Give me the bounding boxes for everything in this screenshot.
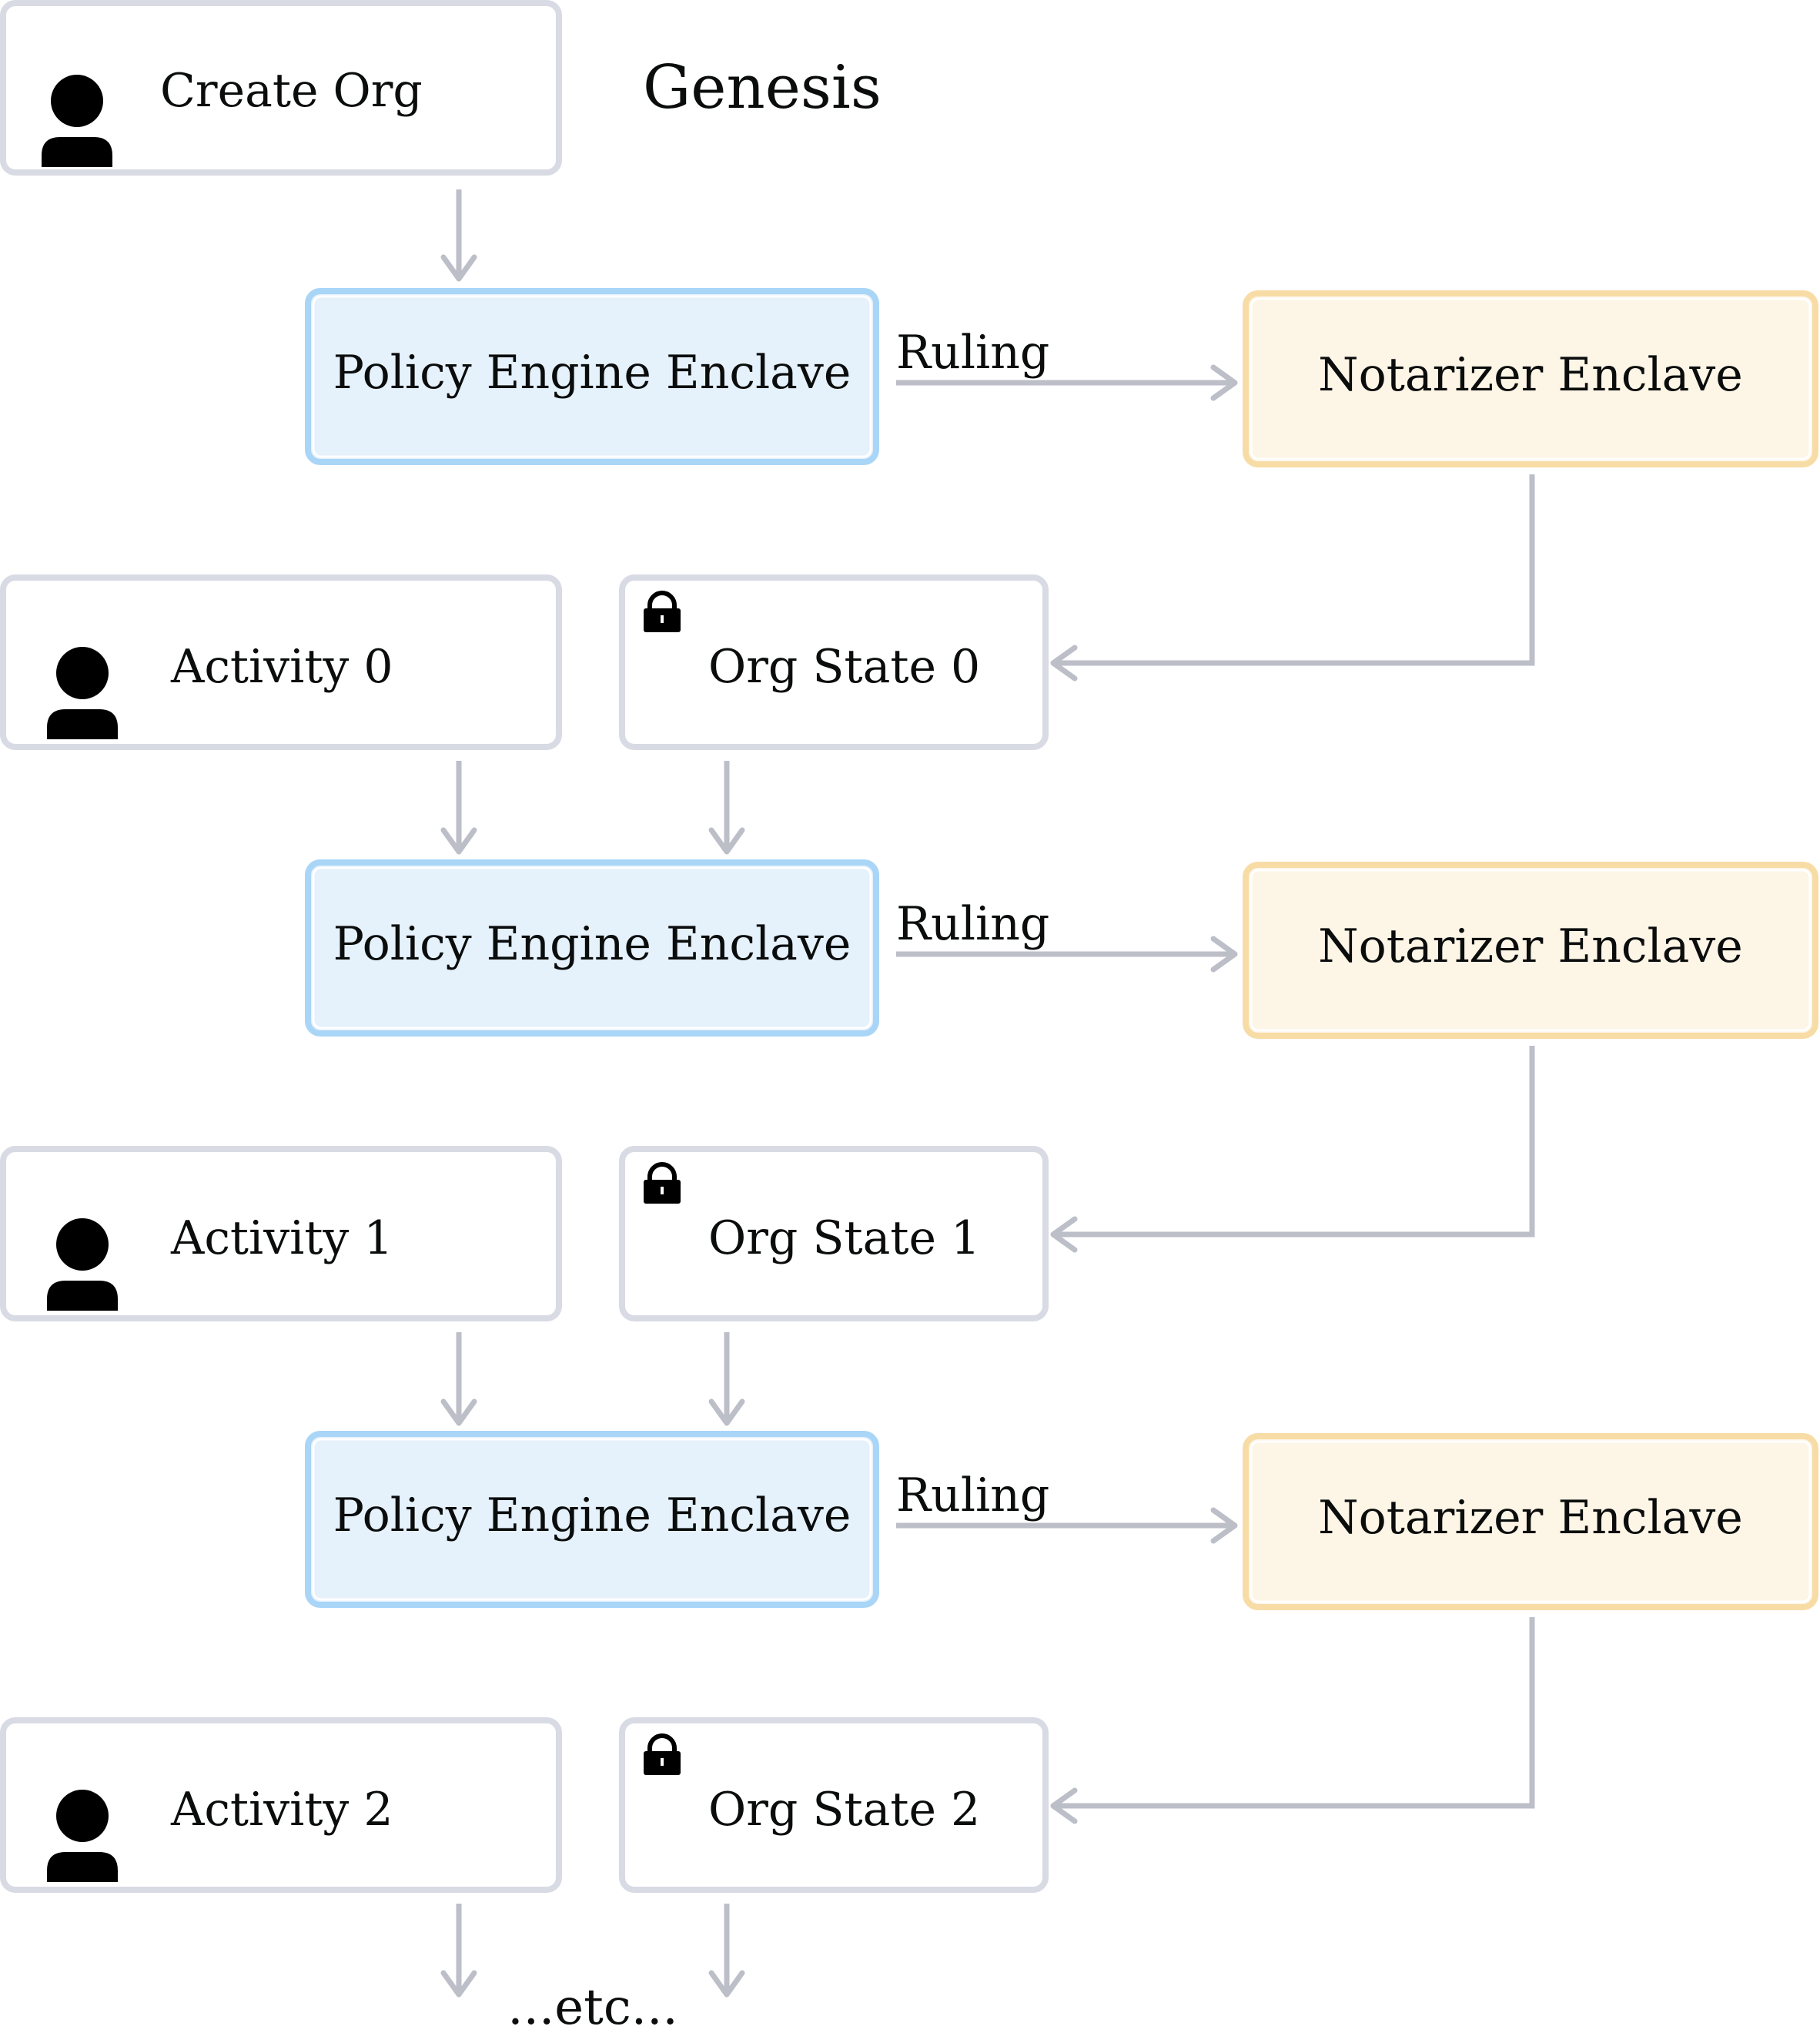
org-state-box-2: Org State 2 [619,1717,1049,1893]
activity-label: Activity 1 [170,1211,393,1265]
state-transition-diagram: Create Org Policy Engine Enclave Notarizer… [0,0,1818,2033]
notarizer-box-0: Notarizer Enclave [1243,862,1818,1039]
person-body [47,1281,118,1311]
notarizer-label: Notarizer Enclave [1318,919,1743,973]
notarized-state-arrow-1 [1050,1617,1535,1824]
org-state-label: Org State 1 [708,1211,980,1265]
lock-keyhole [661,1187,664,1194]
notarized-state-arrow-genesis [1050,474,1535,682]
lock-keyhole [661,1758,664,1766]
nodes-layer: Create Org Policy Engine Enclave Notarizer… [0,0,1818,1893]
person-body [42,137,112,167]
ruling-label: Ruling [896,326,1049,380]
person-head [56,1218,109,1271]
ruling-label: Ruling [896,1469,1049,1522]
lock-keyhole [661,615,664,623]
policy-engine-box-0: Policy Engine Enclave [305,859,879,1037]
notarized-state-arrow-0 [1050,1046,1535,1253]
person-head [51,75,103,127]
arrow-org-state-0 [708,761,745,855]
activity-box-1: Activity 1 [0,1146,562,1321]
arrow-shaft [1055,474,1535,666]
policy-engine-label: Policy Engine Enclave [333,917,851,971]
continuation-label: ...etc... [507,1979,678,2033]
policy-engine-box-1: Policy Engine Enclave [305,1431,879,1608]
activity-label: Activity 2 [170,1783,393,1837]
ruling-label: Ruling [896,897,1049,951]
notarizer-box-genesis: Notarizer Enclave [1243,290,1818,467]
policy-engine-label: Policy Engine Enclave [333,346,851,400]
person-body [47,1852,118,1882]
create-org-label: Create Org [160,64,423,118]
person-head [56,647,109,699]
arrow-activity-1 [440,1332,477,1426]
create-org-box: Create Org [0,0,562,176]
policy-engine-label: Policy Engine Enclave [333,1489,851,1542]
notarizer-label: Notarizer Enclave [1318,348,1743,402]
org-state-box-0: Org State 0 [619,574,1049,750]
arrow-org-state-1 [708,1332,745,1426]
arrow-shaft [1055,1617,1535,1809]
notarizer-box-1: Notarizer Enclave [1243,1433,1818,1610]
policy-engine-box-genesis: Policy Engine Enclave [305,288,879,465]
activity-label: Activity 0 [170,640,393,694]
arrow-activity-0 [440,761,477,855]
activity-box-2: Activity 2 [0,1717,562,1893]
org-state-label: Org State 0 [708,640,980,694]
arrow-shaft [1055,1046,1535,1238]
org-state-box-1: Org State 1 [619,1146,1049,1321]
arrow-org-state-2 [708,1904,745,1998]
org-state-label: Org State 2 [708,1783,980,1837]
person-head [56,1790,109,1842]
activity-box-0: Activity 0 [0,574,562,750]
notarizer-label: Notarizer Enclave [1318,1491,1743,1545]
person-body [47,709,118,739]
arrow-activity-2 [440,1904,477,1998]
genesis-title: Genesis [643,53,882,122]
arrow-create-to-policy [440,189,477,282]
